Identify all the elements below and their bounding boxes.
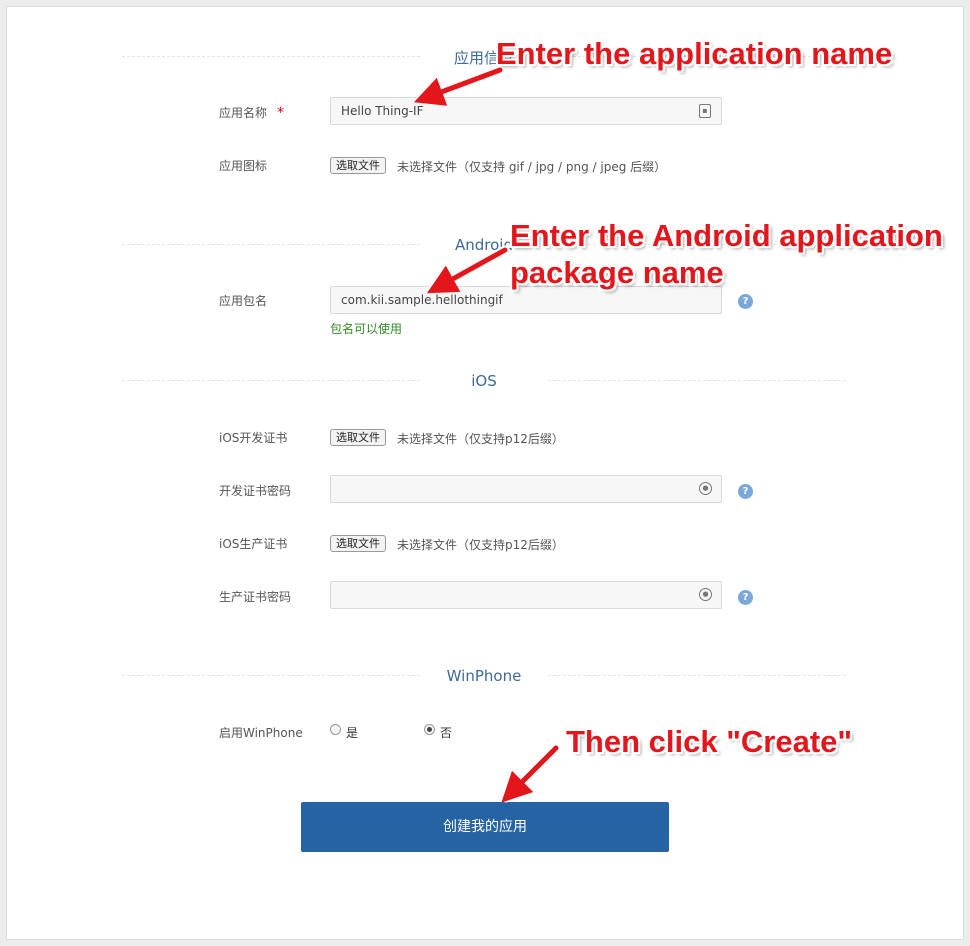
winphone-yes-label: 是: [346, 726, 359, 740]
app-name-label: 应用名称: [219, 106, 268, 120]
enable-winphone-label: 启用WinPhone: [219, 726, 303, 740]
app-name-input[interactable]: Hello Thing-IF: [330, 97, 722, 125]
callout-create: Then click "Create": [566, 724, 853, 759]
ios-dev-cert-file-hint: 未选择文件（仅支持p12后缀）: [397, 432, 564, 446]
create-app-button[interactable]: 创建我的应用: [301, 802, 669, 852]
winphone-yes-radio[interactable]: [330, 724, 341, 735]
callout-package-name-line2: package name: [510, 255, 724, 290]
callout-package-name-line1: Enter the Android application: [510, 218, 943, 253]
section-title-ios: iOS: [471, 372, 497, 390]
section-divider-left: [122, 56, 420, 57]
section-divider-left: [122, 675, 420, 676]
required-mark: *: [277, 105, 284, 121]
dev-cert-password-input[interactable]: [330, 475, 722, 503]
section-divider-right: [548, 380, 846, 381]
package-name-label: 应用包名: [219, 294, 268, 308]
ios-prod-cert-file-hint: 未选择文件（仅支持p12后缀）: [397, 538, 564, 552]
callout-app-name: Enter the application name: [496, 36, 893, 71]
dev-cert-password-label: 开发证书密码: [219, 484, 292, 498]
help-icon[interactable]: ?: [738, 484, 753, 499]
section-title-winphone: WinPhone: [446, 667, 522, 685]
ios-dev-cert-label: iOS开发证书: [219, 431, 288, 445]
ios-prod-cert-choose-file-button[interactable]: 选取文件: [330, 535, 386, 552]
prod-cert-password-label: 生产证书密码: [219, 590, 292, 604]
help-icon[interactable]: ?: [738, 590, 753, 605]
app-icon-file-hint: 未选择文件（仅支持 gif / jpg / png / jpeg 后缀）: [397, 160, 667, 174]
section-divider-left: [122, 380, 420, 381]
form-panel: [6, 6, 964, 940]
ios-prod-cert-label: iOS生产证书: [219, 537, 288, 551]
package-name-valid-message: 包名可以使用: [330, 322, 403, 336]
prod-cert-password-input[interactable]: [330, 581, 722, 609]
key-icon: ●: [699, 482, 712, 495]
ios-dev-cert-choose-file-button[interactable]: 选取文件: [330, 429, 386, 446]
key-icon: ●: [699, 588, 712, 601]
help-icon[interactable]: ?: [738, 294, 753, 309]
winphone-no-radio[interactable]: [424, 724, 435, 735]
section-divider-right: [548, 675, 846, 676]
section-divider-left: [122, 244, 420, 245]
contact-card-icon: ▪: [699, 104, 711, 118]
winphone-no-label: 否: [440, 726, 453, 740]
app-icon-choose-file-button[interactable]: 选取文件: [330, 157, 386, 174]
app-icon-label: 应用图标: [219, 159, 268, 173]
